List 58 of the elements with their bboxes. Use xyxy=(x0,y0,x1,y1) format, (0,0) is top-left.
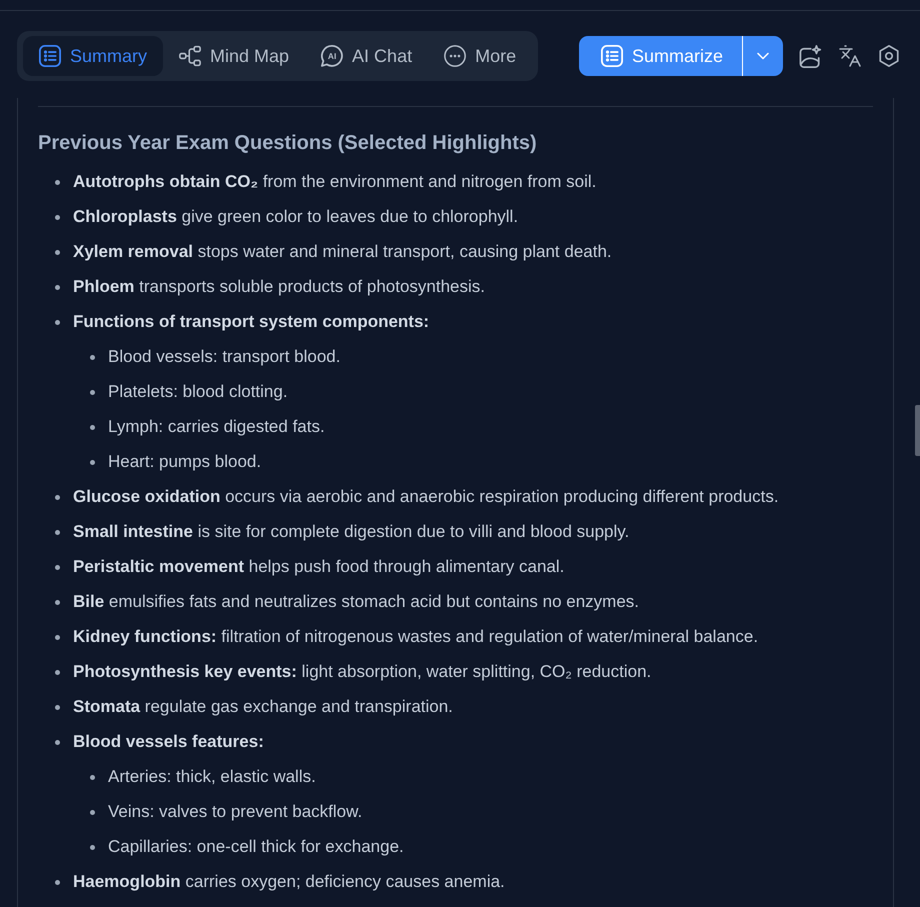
summary-point: Bile emulsifies fats and neutralizes stomach acid but contains no enzymes. xyxy=(73,591,640,613)
sub-point: Capillaries: one-cell thick for exchange. xyxy=(108,836,404,858)
tab[interactable]: More xyxy=(428,36,532,76)
list-icon xyxy=(600,45,623,67)
section-heading: Previous Year Exam Questions (Selected Highlights) xyxy=(38,131,538,156)
translate-icon[interactable] xyxy=(838,44,862,68)
sub-point: Arteries: thick, elastic walls. xyxy=(108,766,316,788)
summary-point: Photosynthesis key events: light absorption, water splitting, CO₂ reduction. xyxy=(73,661,652,683)
sub-point: Platelets: blood clotting. xyxy=(108,381,288,403)
dropdown-button[interactable] xyxy=(742,36,783,76)
summary-point: Glucose oxidation occurs via aerobic and anaerobic respiration producing different products. xyxy=(73,486,779,508)
summary-point: Xylem removal stops water and mineral transport, causing plant death. xyxy=(73,241,612,263)
sub-point: Blood vessels: transport blood. xyxy=(108,346,340,368)
more-icon xyxy=(444,45,466,67)
chat-bubble-icon: AI xyxy=(321,45,344,67)
bullet-icon xyxy=(90,460,95,465)
bullet-icon xyxy=(90,845,95,850)
bullet-icon xyxy=(90,775,95,780)
bullet-icon xyxy=(90,810,95,815)
bullet-icon xyxy=(55,880,60,885)
bullet-icon xyxy=(55,635,60,640)
bullet-icon xyxy=(90,390,95,395)
summary-point: Stomata regulate gas exchange and transpiration. xyxy=(73,696,453,718)
summary-point: Peristaltic movement helps push food through alimentary canal. xyxy=(73,556,564,578)
bullet-icon xyxy=(55,705,60,710)
bullet-icon xyxy=(55,285,60,290)
list-icon xyxy=(39,45,61,67)
summary-point: Phloem transports soluble products of photosynthesis. xyxy=(73,276,485,298)
summary-point: Blood vessels features: xyxy=(73,731,264,753)
bullet-icon xyxy=(55,600,60,605)
scrollbar-thumb[interactable] xyxy=(915,405,920,456)
mind-map-icon xyxy=(179,45,202,67)
sub-point: Veins: valves to prevent backflow. xyxy=(108,801,362,823)
sub-point: Lymph: carries digested fats. xyxy=(108,416,325,438)
tab[interactable]: Mind Map xyxy=(163,36,306,76)
summarize-button[interactable]: Summarize xyxy=(578,36,742,76)
tab[interactable]: AI AI Chat xyxy=(305,36,428,76)
bullet-icon xyxy=(55,215,60,220)
summary-point: Kidney functions: filtration of nitrogenous wastes and regulation of water/mineral balance. xyxy=(73,626,758,648)
summary-point: Small intestine is site for complete digestion due to villi and blood supply. xyxy=(73,521,630,543)
summary-point: Haemoglobin carries oxygen; deficiency causes anemia. xyxy=(73,871,505,893)
summary-point: Chloroplasts give green color to leaves due to chlorophyll. xyxy=(73,206,518,228)
bullet-icon xyxy=(55,530,60,535)
settings-icon[interactable] xyxy=(878,45,900,67)
bullet-icon xyxy=(55,320,60,325)
bullet-icon xyxy=(55,565,60,570)
bullet-icon xyxy=(55,740,60,745)
summary-point: Functions of transport system components: xyxy=(73,311,430,333)
bullet-icon xyxy=(90,355,95,360)
bullet-icon xyxy=(90,425,95,430)
tab[interactable]: Summary xyxy=(23,36,164,76)
bullet-icon xyxy=(55,495,60,500)
bullet-icon xyxy=(55,250,60,255)
image-sparkle-icon[interactable] xyxy=(799,44,822,68)
sub-point: Heart: pumps blood. xyxy=(108,451,262,473)
bullet-icon xyxy=(55,670,60,675)
summary-point: Autotrophs obtain CO₂ from the environment and nitrogen from soil. xyxy=(73,171,596,193)
bullet-icon xyxy=(55,180,60,185)
